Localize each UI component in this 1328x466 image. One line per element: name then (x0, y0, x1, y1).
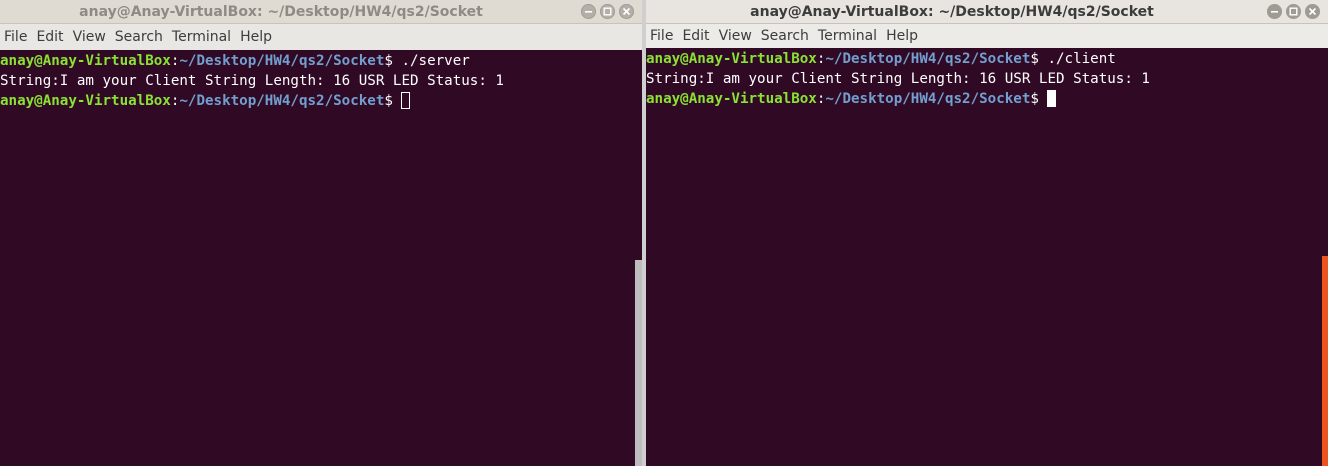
window-title: anay@Anay-VirtualBox: ~/Desktop/HW4/qs2/… (750, 4, 1154, 20)
menu-terminal[interactable]: Terminal (168, 24, 235, 50)
terminal-line: anay@Anay-VirtualBox:~/Desktop/HW4/qs2/S… (0, 50, 642, 70)
terminal-line: anay@Anay-VirtualBox:~/Desktop/HW4/qs2/S… (0, 90, 642, 110)
prompt-path: ~/Desktop/HW4/qs2/Socket (825, 51, 1031, 67)
menu-file[interactable]: File (0, 24, 31, 50)
title-bar[interactable]: anay@Anay-VirtualBox: ~/Desktop/HW4/qs2/… (646, 0, 1328, 24)
menu-edit[interactable]: Edit (32, 24, 67, 50)
scrollbar[interactable] (1322, 48, 1328, 466)
output-text: String:I am your Client String Length: 1… (646, 71, 1150, 87)
close-icon[interactable] (619, 4, 634, 19)
menu-view[interactable]: View (715, 23, 756, 49)
prompt-user: anay@Anay-VirtualBox (0, 53, 171, 69)
menu-file[interactable]: File (646, 23, 677, 49)
menu-search[interactable]: Search (111, 24, 167, 50)
menu-help[interactable]: Help (236, 24, 276, 50)
terminal-output[interactable]: anay@Anay-VirtualBox:~/Desktop/HW4/qs2/S… (646, 48, 1328, 466)
prompt-path: ~/Desktop/HW4/qs2/Socket (179, 53, 385, 69)
scrollbar[interactable] (635, 50, 642, 466)
client-terminal-window[interactable]: anay@Anay-VirtualBox: ~/Desktop/HW4/qs2/… (646, 0, 1328, 466)
close-icon[interactable] (1305, 4, 1320, 19)
terminal-output[interactable]: anay@Anay-VirtualBox:~/Desktop/HW4/qs2/S… (0, 50, 642, 466)
window-title: anay@Anay-VirtualBox: ~/Desktop/HW4/qs2/… (79, 4, 483, 20)
menu-view[interactable]: View (69, 24, 110, 50)
text-cursor (401, 92, 411, 109)
command-text: $ ./server (384, 53, 470, 69)
command-text: $ (384, 93, 402, 109)
prompt-path: ~/Desktop/HW4/qs2/Socket (179, 93, 385, 109)
terminal-line: String:I am your Client String Length: 1… (646, 68, 1328, 88)
window-controls (581, 4, 634, 19)
scrollbar-thumb[interactable] (1322, 256, 1328, 466)
minimize-icon[interactable] (1267, 4, 1282, 19)
menu-bar: File Edit View Search Terminal Help (646, 24, 1328, 48)
prompt-user: anay@Anay-VirtualBox (646, 51, 817, 67)
prompt-path: ~/Desktop/HW4/qs2/Socket (825, 91, 1031, 107)
menu-edit[interactable]: Edit (678, 23, 713, 49)
prompt-user: anay@Anay-VirtualBox (0, 93, 171, 109)
server-terminal-window[interactable]: anay@Anay-VirtualBox: ~/Desktop/HW4/qs2/… (0, 0, 642, 466)
menu-terminal[interactable]: Terminal (814, 23, 881, 49)
menu-help[interactable]: Help (882, 23, 922, 49)
prompt-user: anay@Anay-VirtualBox (646, 91, 817, 107)
window-controls (1267, 4, 1320, 19)
scrollbar-thumb[interactable] (635, 260, 642, 466)
maximize-icon[interactable] (600, 4, 615, 19)
command-text: $ (1030, 91, 1048, 107)
output-text: String:I am your Client String Length: 1… (0, 73, 504, 89)
menu-search[interactable]: Search (757, 23, 813, 49)
terminal-line: String:I am your Client String Length: 1… (0, 70, 642, 90)
menu-bar: File Edit View Search Terminal Help (0, 24, 642, 50)
terminal-line: anay@Anay-VirtualBox:~/Desktop/HW4/qs2/S… (646, 48, 1328, 68)
text-cursor (1047, 90, 1057, 107)
command-text: $ ./client (1030, 51, 1116, 67)
minimize-icon[interactable] (581, 4, 596, 19)
title-bar[interactable]: anay@Anay-VirtualBox: ~/Desktop/HW4/qs2/… (0, 0, 642, 24)
maximize-icon[interactable] (1286, 4, 1301, 19)
terminal-line: anay@Anay-VirtualBox:~/Desktop/HW4/qs2/S… (646, 88, 1328, 108)
